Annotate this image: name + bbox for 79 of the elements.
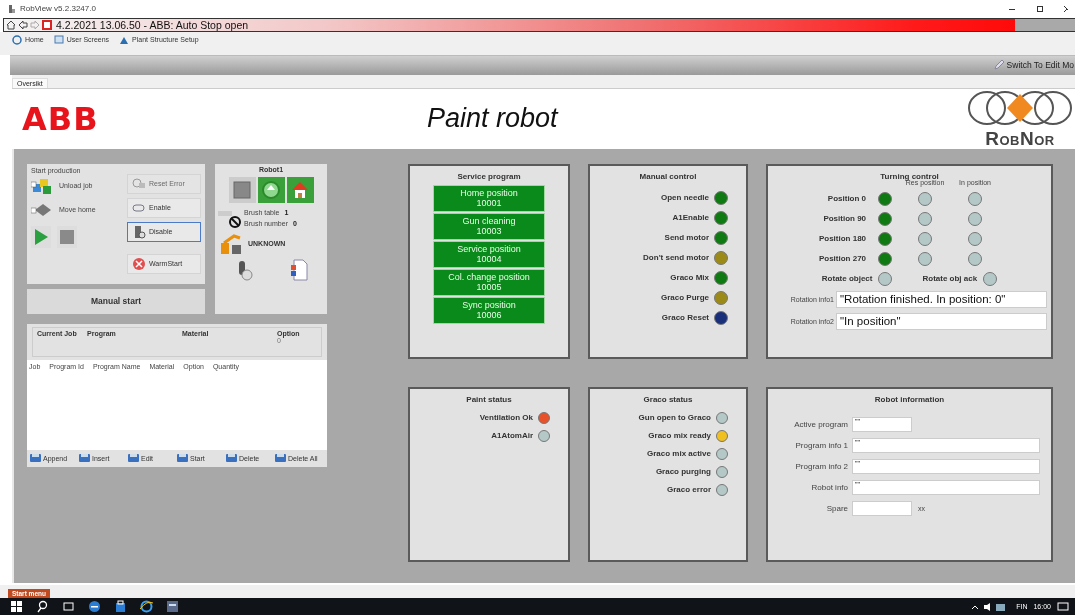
signal-label: Position 90 [823,214,868,224]
alarm-icon [42,19,52,30]
panel-title: Service program [457,171,521,181]
brand-logo: RobNor [985,129,1055,150]
program-button[interactable]: Sync position 10006 [433,296,545,324]
robot-icon [220,232,242,255]
program-button[interactable]: Gun cleaning 10003 [433,212,545,240]
browser-icon [87,600,101,613]
field-label: Spare [825,503,848,513]
stop-button[interactable] [228,176,256,203]
signal-label: Position 270 [818,254,868,264]
signal-label: Graco Purge [661,293,709,303]
signal-label: Graco mix active [646,449,711,459]
panel-title: Graco status [643,394,693,404]
alarm-message: 4.2.2021 13.06.50 - ABB: Auto Stop open [56,18,249,31]
panel-title: Turning control [880,171,939,181]
task-view-icon [61,600,75,613]
signal-label: Send motor [664,233,709,243]
signal-label: Graco Mix [670,273,709,283]
program-button[interactable]: Col. change position 10005 [433,268,545,296]
signal-label: Rotate obj ack [922,274,979,284]
screen-icon [53,34,64,45]
signal-label: A1AtomAir [491,431,533,441]
search-icon [35,600,49,613]
program-button[interactable]: Home position 10001 [433,184,545,212]
signal-label: Open needle [661,193,709,203]
text-field[interactable]: "In position" [836,312,1047,330]
play-icon [34,228,48,245]
panel-title: Manual control [639,171,697,181]
stop-icon [233,180,251,199]
home-icon [6,19,16,30]
close-icon [1063,4,1069,14]
field-label: Program info 1 [794,440,848,450]
signal-label: Graco Reset [661,313,709,323]
program-button[interactable]: Service position 10004 [433,240,545,268]
windows-icon [9,600,23,613]
signal-label: Ventilation Ok [479,413,533,423]
signal-label: A1Enable [672,213,709,223]
edit-mode-button[interactable]: Switch To Edit Mo [988,59,1075,72]
robot-arm-icon [132,224,146,239]
app-icon [165,600,179,613]
store-icon [113,600,127,613]
document-icon [289,258,308,281]
stop-icon [60,229,74,244]
maximize-icon [1035,4,1045,14]
field-label: Program info 2 [794,461,848,471]
signal-label: Graco purging [655,467,711,477]
home-button[interactable] [286,176,314,203]
signal-label: Graco error [666,485,711,495]
notification-icon [1057,600,1069,613]
manual-start-button[interactable]: Manual start [27,288,205,314]
signal-label: Don't send motor [643,253,709,263]
warm-start-icon [132,256,146,271]
field-label: Active program [793,419,848,429]
stop-button[interactable] [57,225,77,248]
panel-title: Robot information [874,394,945,404]
forward-icon [30,19,40,30]
panel-title: Paint status [466,394,512,404]
text-field[interactable]: "Rotation finished. In position: 0" [836,290,1047,308]
refresh-icon [12,34,22,45]
tool-icon [132,176,146,191]
text-field[interactable] [852,500,912,516]
back-icon [18,19,28,30]
field-label: Robot info [810,482,848,492]
signal-label: Position 0 [827,194,868,204]
window-title: RobView v5.2.3247.0 [20,4,96,14]
app-icon [8,4,16,14]
house-icon [291,180,309,199]
pencil-icon [992,59,1005,72]
browser-icon [139,600,153,613]
play-button[interactable] [31,225,51,248]
signal-label: Position 180 [818,234,868,244]
signal-label: Graco mix ready [648,431,711,441]
abb-logo: ABB [22,99,100,138]
signal-label: Gun open to Graco [638,413,711,423]
cycle-button[interactable] [257,176,285,203]
cycle-icon [262,180,280,199]
signal-label: Rotate object [821,274,874,284]
page-title: Paint robot [427,103,560,135]
